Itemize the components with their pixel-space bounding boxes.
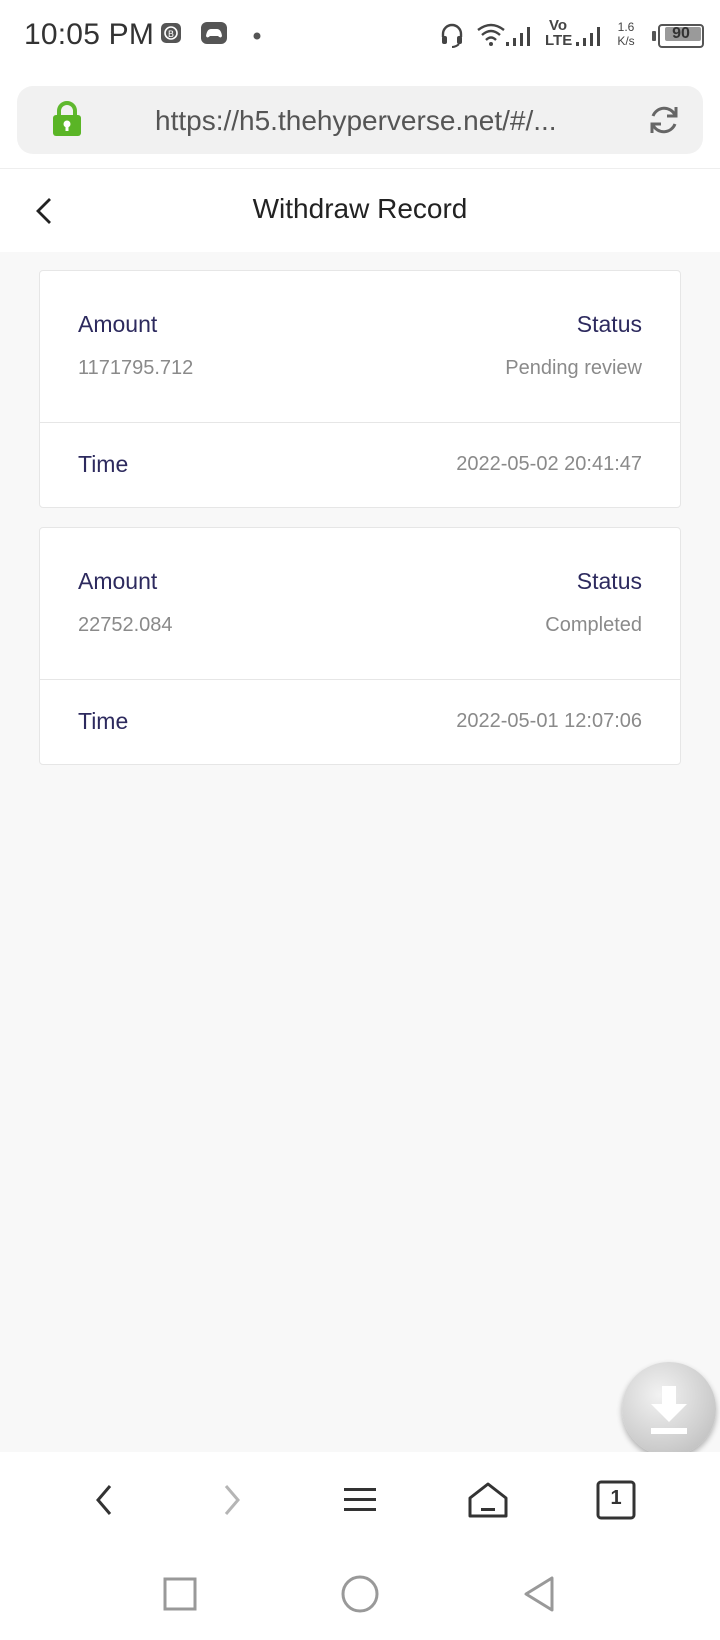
status-value: Completed bbox=[545, 614, 642, 636]
status-label: Status bbox=[576, 311, 642, 337]
menu-icon bbox=[344, 1488, 376, 1511]
system-nav-bar bbox=[0, 1548, 720, 1640]
network-speed: 1.6 K/s bbox=[617, 20, 635, 48]
page-header: Withdraw Record bbox=[0, 168, 720, 252]
circle-icon bbox=[341, 1575, 379, 1613]
address-bar[interactable]: https://h5.thehyperverse.net/#/... bbox=[17, 86, 703, 154]
home-button[interactable] bbox=[464, 1476, 512, 1524]
page-title: Withdraw Record bbox=[252, 193, 468, 224]
battery-icon: 90 bbox=[652, 24, 704, 48]
status-label: Status bbox=[576, 568, 642, 594]
recents-button[interactable] bbox=[158, 1572, 202, 1616]
tab-count: 1 bbox=[610, 1487, 622, 1509]
dot-icon bbox=[253, 32, 261, 40]
gamepad-icon bbox=[201, 22, 227, 44]
signal-icon bbox=[504, 24, 534, 48]
square-icon bbox=[163, 1577, 197, 1611]
withdraw-record-card: Amount 22752.084 Status Completed Time 2… bbox=[39, 527, 681, 765]
battery-level: 90 bbox=[672, 25, 690, 42]
nav-forward-button[interactable] bbox=[208, 1476, 256, 1524]
url-text[interactable]: https://h5.thehyperverse.net/#/... bbox=[155, 105, 595, 137]
bitcoin-app-icon: B bbox=[160, 22, 182, 44]
reload-icon[interactable] bbox=[647, 103, 681, 142]
browser-bottom-nav: 1 bbox=[0, 1452, 720, 1548]
time-label: Time bbox=[78, 451, 129, 477]
system-home-button[interactable] bbox=[338, 1572, 382, 1616]
nav-back-button[interactable] bbox=[80, 1476, 128, 1524]
time-value: 2022-05-02 20:41:47 bbox=[456, 453, 642, 475]
home-icon bbox=[468, 1482, 508, 1518]
status-bar: 10:05 PM B Vo LTE 1.6 K/s 90 bbox=[0, 0, 720, 72]
amount-value: 22752.084 bbox=[78, 614, 173, 636]
time-value: 2022-05-01 12:07:06 bbox=[456, 710, 642, 732]
amount-label: Amount bbox=[78, 311, 158, 337]
signal-icon-2 bbox=[574, 24, 604, 48]
status-value: Pending review bbox=[505, 357, 642, 379]
download-button[interactable] bbox=[622, 1362, 716, 1456]
status-time: 10:05 PM bbox=[24, 18, 155, 51]
menu-button[interactable] bbox=[336, 1476, 384, 1524]
withdraw-record-card: Amount 1171795.712 Status Pending review… bbox=[39, 270, 681, 508]
amount-label: Amount bbox=[78, 568, 158, 594]
amount-value: 1171795.712 bbox=[78, 357, 194, 379]
chevron-left-icon bbox=[96, 1485, 112, 1515]
lock-icon[interactable] bbox=[51, 100, 83, 143]
network-type: Vo LTE bbox=[545, 17, 573, 49]
tabs-button[interactable]: 1 bbox=[592, 1476, 640, 1524]
time-label: Time bbox=[78, 708, 129, 734]
headset-icon bbox=[440, 22, 464, 48]
chevron-right-icon bbox=[224, 1485, 240, 1515]
browser-toolbar: https://h5.thehyperverse.net/#/... bbox=[0, 72, 720, 168]
download-icon bbox=[651, 1386, 687, 1434]
svg-text:B: B bbox=[168, 30, 174, 40]
system-back-button[interactable] bbox=[518, 1572, 562, 1616]
triangle-back-icon bbox=[524, 1576, 554, 1612]
wifi-icon bbox=[476, 22, 506, 46]
